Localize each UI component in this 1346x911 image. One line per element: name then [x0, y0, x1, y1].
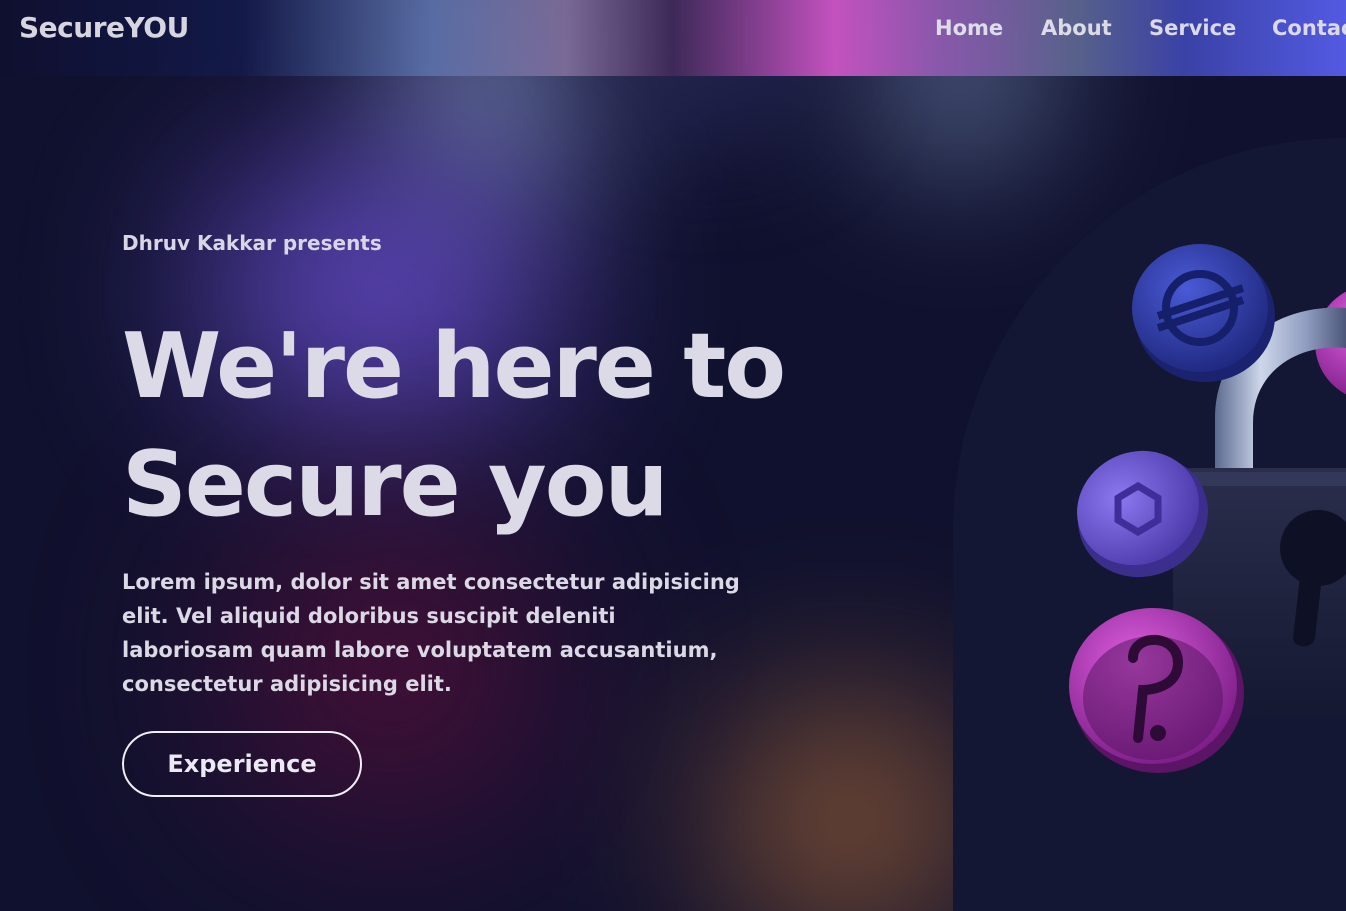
glow-blob — [720, 700, 980, 911]
hero-headline: We're here to Secure you — [122, 308, 842, 544]
headline-line-1: We're here to — [122, 314, 786, 419]
experience-button[interactable]: Experience — [122, 731, 362, 797]
nav-item-home: Home — [935, 16, 1003, 40]
nav-link-about[interactable]: About — [1041, 16, 1112, 40]
nav-link-service[interactable]: Service — [1149, 16, 1236, 40]
security-illustration — [1069, 244, 1346, 773]
navbar: SecureYOU Home About Service Contac — [0, 0, 1346, 76]
headline-line-2: Secure you — [122, 432, 669, 537]
stellar-coin-icon — [1132, 244, 1275, 382]
nav-item-contact: Contac — [1272, 16, 1346, 40]
hero-description: Lorem ipsum, dolor sit amet consectetur … — [122, 570, 740, 696]
nav-item-service: Service — [1149, 16, 1236, 40]
nav-link-contact[interactable]: Contac — [1272, 16, 1346, 40]
nav-item-about: About — [1041, 16, 1112, 40]
brand-logo[interactable]: SecureYOU — [19, 11, 189, 44]
nav-link-home[interactable]: Home — [935, 16, 1003, 40]
hero-illustration — [953, 138, 1346, 911]
presenter-text: Dhruv Kakkar presents — [122, 231, 382, 255]
